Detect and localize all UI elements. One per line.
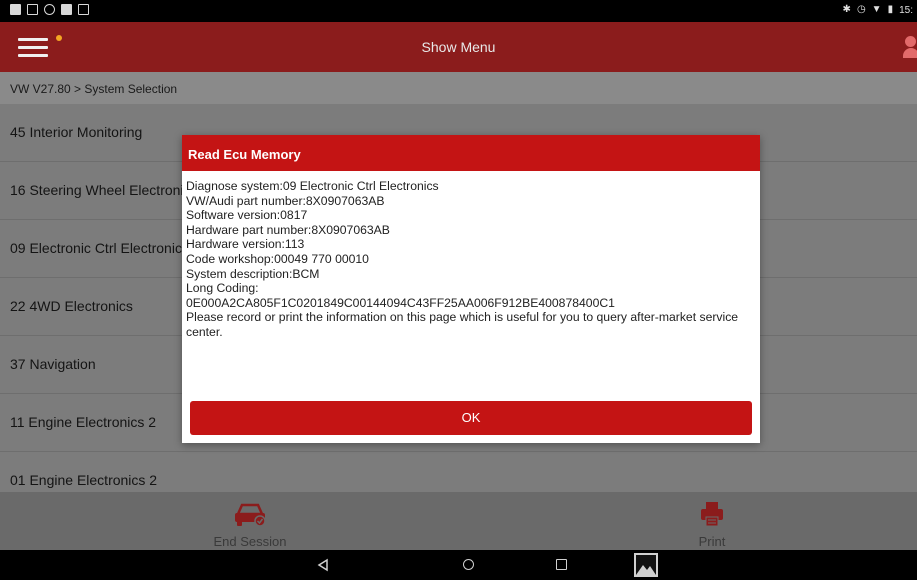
dialog-body: Diagnose system:09 Electronic Ctrl Elect… <box>186 179 756 379</box>
wifi-icon: ▼ <box>871 4 882 15</box>
bluetooth-icon: ✱ <box>842 4 851 15</box>
message-icon <box>27 4 38 15</box>
usb-icon <box>44 4 55 15</box>
back-icon[interactable] <box>316 558 330 572</box>
home-icon[interactable] <box>463 559 474 570</box>
code-workshop-line: Code workshop:00049 770 00010 <box>186 251 369 266</box>
read-ecu-memory-dialog: Read Ecu Memory Diagnose system:09 Elect… <box>182 135 760 443</box>
dialog-header: Read Ecu Memory <box>182 135 760 171</box>
print-label: Print <box>698 534 726 549</box>
app-bar: Show Menu <box>0 22 917 72</box>
status-time: 15: <box>899 4 913 16</box>
list-item-label: 16 Steering Wheel Electronics <box>10 182 198 198</box>
list-item-label: 37 Navigation <box>10 356 96 372</box>
bottom-action-bar: End Session Print <box>0 492 917 550</box>
list-item-label: 09 Electronic Ctrl Electronics <box>10 240 189 256</box>
car-icon <box>235 503 266 527</box>
software-version-line: Software version:0817 <box>186 208 308 223</box>
system-description-line: System description:BCM <box>186 266 320 281</box>
part-number-line: VW/Audi part number:8X0907063AB <box>186 193 385 208</box>
print-button[interactable]: Print <box>672 496 752 550</box>
status-icons-right: ✱ ◷ ▼ ▮ 15: <box>843 4 913 16</box>
recents-icon[interactable] <box>556 559 567 570</box>
battery-icon: ▮ <box>887 4 894 15</box>
list-item-label: 45 Interior Monitoring <box>10 124 143 140</box>
clock-icon: ◷ <box>856 4 866 15</box>
diagnose-system-line: Diagnose system:09 Electronic Ctrl Elect… <box>186 179 439 193</box>
ok-button[interactable]: OK <box>190 401 752 435</box>
status-bar: ✱ ◷ ▼ ▮ 15: <box>0 0 917 22</box>
end-session-button[interactable]: End Session <box>190 496 310 550</box>
status-icons-left <box>10 4 89 15</box>
dialog-title: Read Ecu Memory <box>188 147 301 162</box>
picture-icon <box>61 4 72 15</box>
printer-icon <box>701 502 723 527</box>
hardware-part-number-line: Hardware part number:8X0907063AB <box>186 222 390 237</box>
list-item-label: 01 Engine Electronics 2 <box>10 472 158 488</box>
hardware-version-line: Hardware version:113 <box>186 237 305 252</box>
dialog-note: Please record or print the information o… <box>186 310 739 339</box>
android-nav-bar <box>0 550 917 580</box>
picture-icon <box>10 4 21 15</box>
list-item[interactable]: 01 Engine Electronics 2 <box>0 452 917 492</box>
long-coding-value: 0E000A2CA805F1C0201849C00144094C43FF25AA… <box>186 295 615 310</box>
long-coding-label: Long Coding: <box>186 281 259 296</box>
show-menu-title[interactable]: Show Menu <box>0 39 917 55</box>
screenshot-icon[interactable] <box>634 553 658 577</box>
breadcrumb: VW V27.80 > System Selection <box>0 72 917 104</box>
list-item-label: 22 4WD Electronics <box>10 298 133 314</box>
end-session-label: End Session <box>213 534 287 549</box>
scan-icon <box>78 4 89 15</box>
list-item-label: 11 Engine Electronics 2 <box>10 414 157 430</box>
user-icon[interactable] <box>903 36 917 60</box>
